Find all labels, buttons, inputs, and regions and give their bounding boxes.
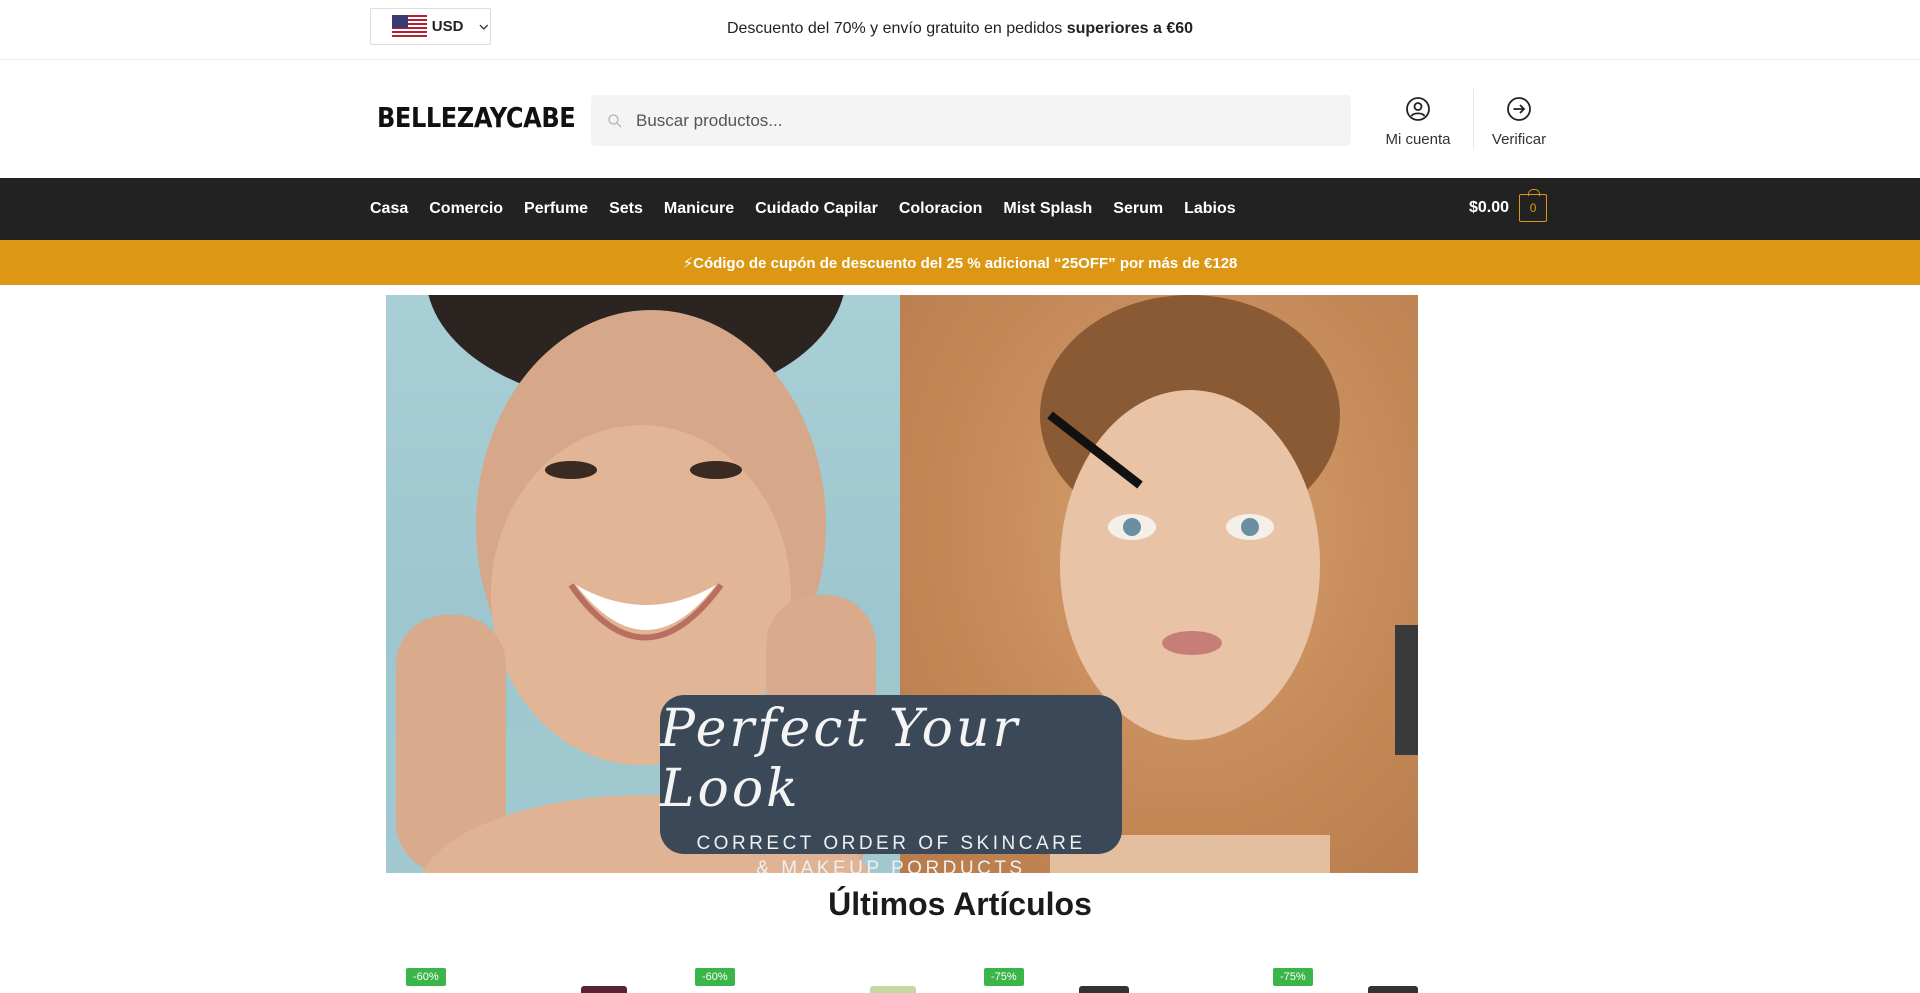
product-card[interactable]: -75% [1273,966,1533,993]
announcement-text: Descuento del 70% y envío gratuito en pe… [0,20,1920,38]
header-divider [1473,89,1474,149]
product-thumbnail [581,986,627,993]
product-card[interactable]: -60% [695,966,955,993]
nav-item-coloracion[interactable]: Coloracion [899,200,983,218]
hero-subtitle-line2: & MAKEUP PORDUCTS [756,858,1026,873]
site-header: BELLEZAYCABE Mi cuenta Verificar [0,60,1920,178]
discount-badge: -75% [984,968,1024,986]
hero-subtitle: CORRECT ORDER OF SKINCARE & MAKEUP PORDU… [696,831,1085,873]
nav-item-mist-splash[interactable]: Mist Splash [1003,200,1092,218]
arrow-right-circle-icon [1507,97,1531,121]
hero-title: Perfect Your Look [660,699,1021,819]
search-input[interactable] [636,110,1316,131]
site-logo[interactable]: BELLEZAYCABE [377,101,576,134]
discount-badge: -75% [1273,968,1313,986]
my-account-label: Mi cuenta [1385,131,1451,148]
nav-item-serum[interactable]: Serum [1113,200,1163,218]
nav-item-perfume[interactable]: Perfume [524,200,588,218]
section-title: Últimos Artículos [828,886,1092,922]
discount-badge: -60% [406,968,446,986]
discount-badge: -60% [695,968,735,986]
hero-caption: Perfect Your Look CORRECT ORDER OF SKINC… [660,695,1122,873]
nav-list: Casa Comercio Perfume Sets Manicure Cuid… [370,178,1236,240]
search-icon [608,113,622,128]
top-announcement-bar: USD Descuento del 70% y envío gratuito e… [0,0,1920,60]
product-thumbnail [870,986,916,993]
search-box [591,95,1351,146]
nav-item-cuidado-capilar[interactable]: Cuidado Capilar [755,200,878,218]
announcement-bold: superiores a €60 [1066,20,1194,37]
cart-bag-icon: 0 [1519,189,1548,222]
hero-banner[interactable]: Perfect Your Look CORRECT ORDER OF SKINC… [386,295,1418,873]
cart-button[interactable]: $0.00 0 [1469,189,1548,223]
nav-item-manicure[interactable]: Manicure [664,200,734,218]
product-thumbnail [1079,986,1129,993]
coupon-banner: ⚡Código de cupón de descuento del 25 % a… [0,240,1920,285]
nav-item-casa[interactable]: Casa [370,200,408,218]
main-navigation: Casa Comercio Perfume Sets Manicure Cuid… [0,178,1920,240]
cart-total: $0.00 [1469,199,1510,216]
product-thumbnail [1368,986,1418,993]
hero-subtitle-line1: CORRECT ORDER OF SKINCARE [696,833,1086,854]
checkout-link[interactable]: Verificar [1488,96,1550,148]
checkout-label: Verificar [1491,131,1547,148]
user-circle-icon [1406,97,1430,121]
product-card[interactable]: -75% [984,966,1244,993]
nav-item-labios[interactable]: Labios [1184,200,1236,218]
my-account-link[interactable]: Mi cuenta [1382,96,1454,148]
nav-item-comercio[interactable]: Comercio [429,200,503,218]
product-card[interactable]: -60% [406,966,666,993]
cart-count: 0 [1529,201,1537,215]
nav-item-sets[interactable]: Sets [609,200,643,218]
announcement-prefix: Descuento del 70% y envío gratuito en pe… [726,20,1067,37]
